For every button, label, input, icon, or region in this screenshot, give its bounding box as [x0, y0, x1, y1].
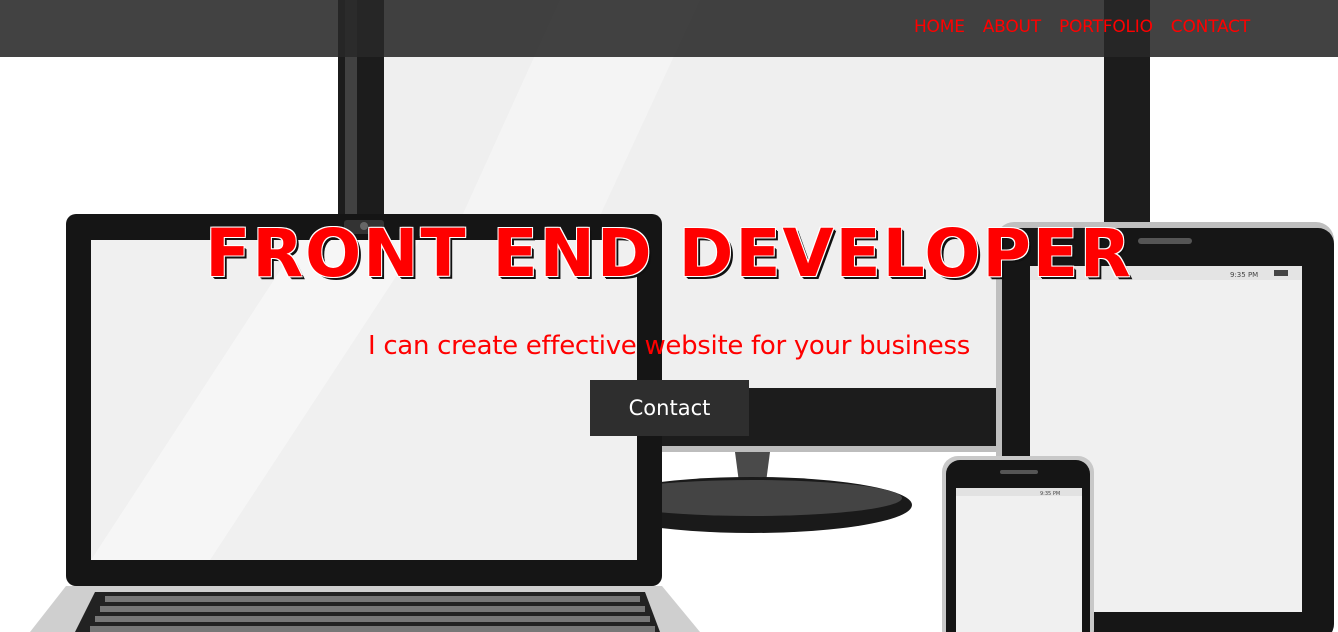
phone-illustration: 9:35 PM	[942, 456, 1094, 632]
svg-text:9:35 PM: 9:35 PM	[1040, 491, 1060, 497]
nav-contact-link[interactable]: CONTACT	[1171, 17, 1250, 37]
top-navbar: HOME ABOUT PORTFOLIO CONTACT	[0, 0, 1338, 57]
nav-portfolio-link[interactable]: PORTFOLIO	[1059, 17, 1153, 37]
main-nav: HOME ABOUT PORTFOLIO CONTACT	[914, 17, 1250, 37]
devices-illustration: 9:35 PM 9:35 PM	[30, 0, 1334, 632]
hero-title: FRONT END DEVELOPER	[205, 215, 1133, 292]
nav-about-link[interactable]: ABOUT	[983, 17, 1041, 37]
hero-subtitle: I can create effective website for your …	[367, 331, 970, 361]
nav-home-link[interactable]: HOME	[914, 17, 965, 37]
contact-button[interactable]: Contact	[590, 380, 749, 436]
